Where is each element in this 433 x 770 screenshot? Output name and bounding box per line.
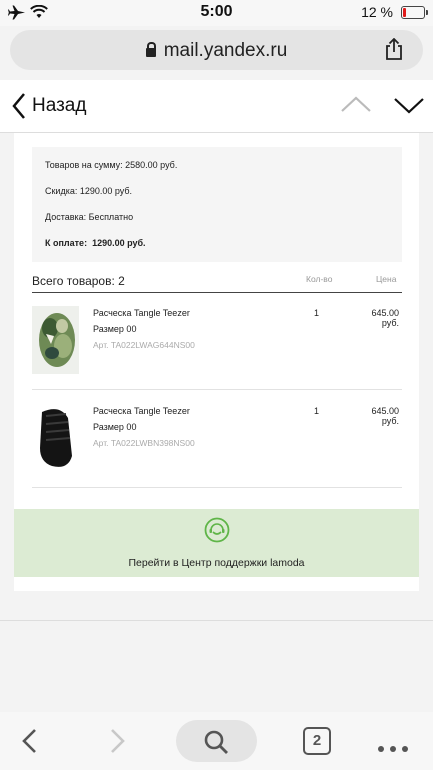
delivery: Доставка: Бесплатно (45, 212, 134, 222)
back-label: Назад (32, 95, 87, 116)
item-price: 645.00 руб. (371, 406, 399, 426)
search-icon (204, 730, 228, 754)
goods-total: Товаров на сумму: 2580.00 руб. (45, 160, 178, 170)
support-label: Перейти в Центр поддержки lamoda (128, 557, 305, 569)
item-size: Размер 00 (93, 422, 137, 432)
product-image-hairbrush-black (32, 404, 79, 472)
browser-back-icon[interactable] (18, 728, 44, 754)
next-message-chevron-down-icon[interactable] (393, 92, 425, 118)
address-bar[interactable]: mail.yandex.ru (10, 30, 423, 70)
browser-forward-icon[interactable] (103, 728, 129, 754)
item-size: Размер 00 (93, 324, 137, 334)
status-bar: 5:00 12 % (0, 0, 433, 26)
order-item[interactable]: Расческа Tangle Teezer Размер 00 Арт. TA… (32, 390, 402, 488)
more-menu-icon[interactable] (378, 739, 414, 757)
support-headset-icon (204, 517, 230, 543)
url-text: mail.yandex.ru (163, 40, 288, 61)
qty-column-header: Кол-во (306, 274, 333, 284)
item-qty: 1 (314, 406, 320, 416)
item-name: Расческа Tangle Teezer (93, 308, 190, 318)
item-article: Арт. TA022LWAG644NS00 (93, 340, 195, 350)
page-background (0, 620, 433, 713)
order-summary: Товаров на сумму: 2580.00 руб. Скидка: 1… (32, 147, 402, 262)
battery-icon (401, 6, 428, 19)
to-pay-label: К оплате: (45, 238, 88, 248)
back-button[interactable]: Назад (12, 93, 86, 119)
item-qty: 1 (314, 308, 320, 318)
items-total: Всего товаров: 2 (32, 274, 125, 288)
chevron-left-icon (12, 93, 25, 119)
item-price: 645.00 руб. (371, 308, 399, 328)
item-article: Арт. TA022LWBN398NS00 (93, 438, 195, 448)
to-pay-value: 1290.00 руб. (92, 238, 146, 248)
support-center-link[interactable]: Перейти в Центр поддержки lamoda (14, 509, 419, 577)
discount: Скидка: 1290.00 руб. (45, 186, 133, 196)
product-image-hairbrush-camo (32, 306, 79, 374)
previous-message-chevron-up-icon[interactable] (340, 92, 372, 118)
item-name: Расческа Tangle Teezer (93, 406, 190, 416)
mail-nav-bar: Назад (0, 80, 433, 133)
tabs-button[interactable]: 2 (303, 727, 331, 755)
order-item[interactable]: Расческа Tangle Teezer Размер 00 Арт. TA… (32, 292, 402, 390)
lock-icon (145, 42, 156, 57)
share-icon[interactable] (383, 38, 405, 60)
browser-toolbar: 2 (0, 712, 433, 770)
search-button[interactable] (176, 720, 257, 762)
price-column-header: Цена (376, 274, 397, 284)
items-header: Всего товаров: 2 Кол-во Цена (32, 272, 402, 293)
to-pay: К оплате: 1290.00 руб. (45, 238, 146, 248)
battery-percent: 12 % (361, 4, 393, 20)
